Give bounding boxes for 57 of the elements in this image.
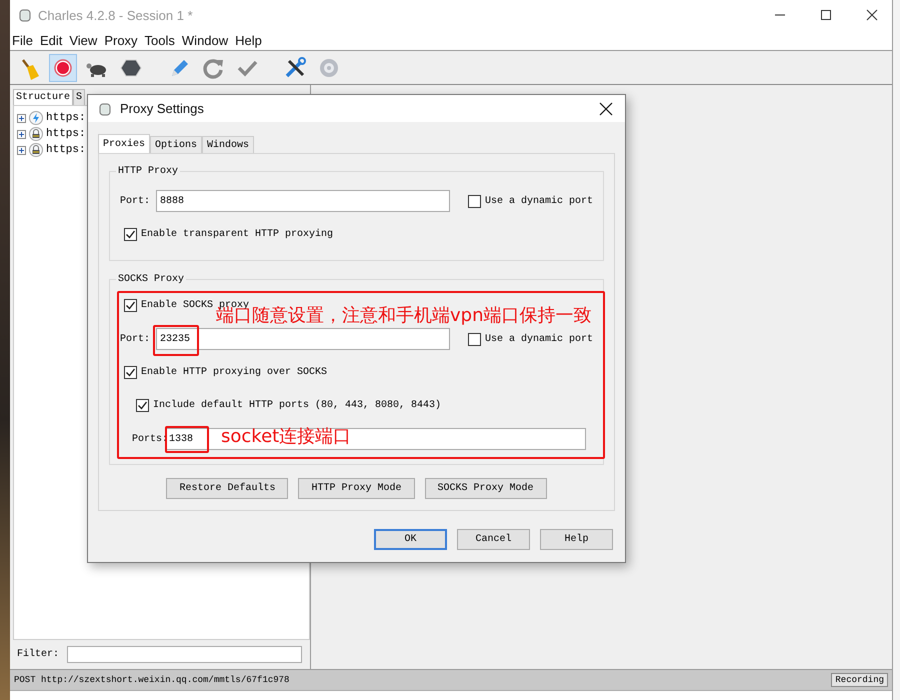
checkbox[interactable] <box>468 332 481 346</box>
dialog-button[interactable]: OK <box>374 529 447 550</box>
mode-button[interactable]: Restore Defaults <box>166 478 288 499</box>
checkbox[interactable] <box>124 366 137 379</box>
tab[interactable]: S <box>73 89 86 105</box>
window-title: Charles 4.2.8 - Session 1 * <box>38 8 193 22</box>
menu-item[interactable]: Proxy <box>104 32 138 48</box>
filter-label: Filter: <box>17 649 60 660</box>
tab[interactable]: Windows <box>202 136 254 153</box>
menu-item[interactable]: Help <box>235 32 262 48</box>
checkbox[interactable] <box>136 399 149 412</box>
lightning-icon <box>29 111 43 125</box>
menu-item[interactable]: Tools <box>144 32 175 48</box>
menu-item[interactable]: File <box>12 32 33 48</box>
dialog-button[interactable]: Help <box>540 529 613 550</box>
maximize-icon[interactable] <box>820 9 832 21</box>
port-field[interactable]: 8888 <box>156 190 450 212</box>
app-icon <box>98 100 112 116</box>
close-icon[interactable] <box>599 102 613 116</box>
recording-badge: Recording <box>831 673 888 687</box>
checkbox[interactable] <box>124 299 137 312</box>
mode-button[interactable]: HTTP Proxy Mode <box>298 478 414 499</box>
checkbox-label: Use a dynamic port <box>484 334 593 344</box>
group-title: HTTP Proxy <box>116 166 180 177</box>
close-icon[interactable] <box>866 9 878 21</box>
menu-item[interactable]: View <box>69 32 98 48</box>
annotation-text: socket连接端口 <box>221 427 352 447</box>
group-title: SOCKS Proxy <box>116 274 186 285</box>
dialog-title: Proxy Settings <box>120 101 204 116</box>
tab[interactable]: Proxies <box>98 134 150 153</box>
filter-field[interactable] <box>67 646 302 663</box>
checkbox-label: Enable HTTP proxying over SOCKS <box>141 367 328 378</box>
mode-button[interactable]: SOCKS Proxy Mode <box>424 478 547 499</box>
lock-icon <box>29 127 43 141</box>
checkbox-label: Enable transparent HTTP proxying <box>141 229 334 240</box>
port-label: Port: <box>120 334 150 344</box>
checkbox-label: Use a dynamic port <box>484 196 593 206</box>
tab[interactable]: Options <box>150 136 202 153</box>
tools-icon[interactable] <box>283 56 307 80</box>
app-icon <box>18 7 32 23</box>
lock-icon <box>29 143 43 157</box>
menu-item[interactable]: Window <box>182 32 228 48</box>
checkbox[interactable] <box>124 228 137 241</box>
checkbox[interactable] <box>468 194 481 208</box>
status-text: POST http://szextshort.weixin.qq.com/mmtls/67f1c978 <box>14 675 290 685</box>
port-field[interactable]: 23235 <box>156 328 450 350</box>
tree-item[interactable]: https: <box>46 128 86 140</box>
port-label: Port: <box>120 196 150 206</box>
dialog-button[interactable]: Cancel <box>457 529 530 550</box>
expand-icon[interactable] <box>17 146 26 154</box>
expand-icon[interactable] <box>17 130 26 138</box>
tree-item[interactable]: https: <box>46 112 86 124</box>
tree-item[interactable]: https: <box>46 144 86 156</box>
expand-icon[interactable] <box>17 114 26 122</box>
tab[interactable]: Structure <box>13 89 74 105</box>
checkbox-label: Include default HTTP ports (80, 443, 8080, 8443) <box>153 400 442 411</box>
menu-item[interactable]: Edit <box>40 32 62 48</box>
